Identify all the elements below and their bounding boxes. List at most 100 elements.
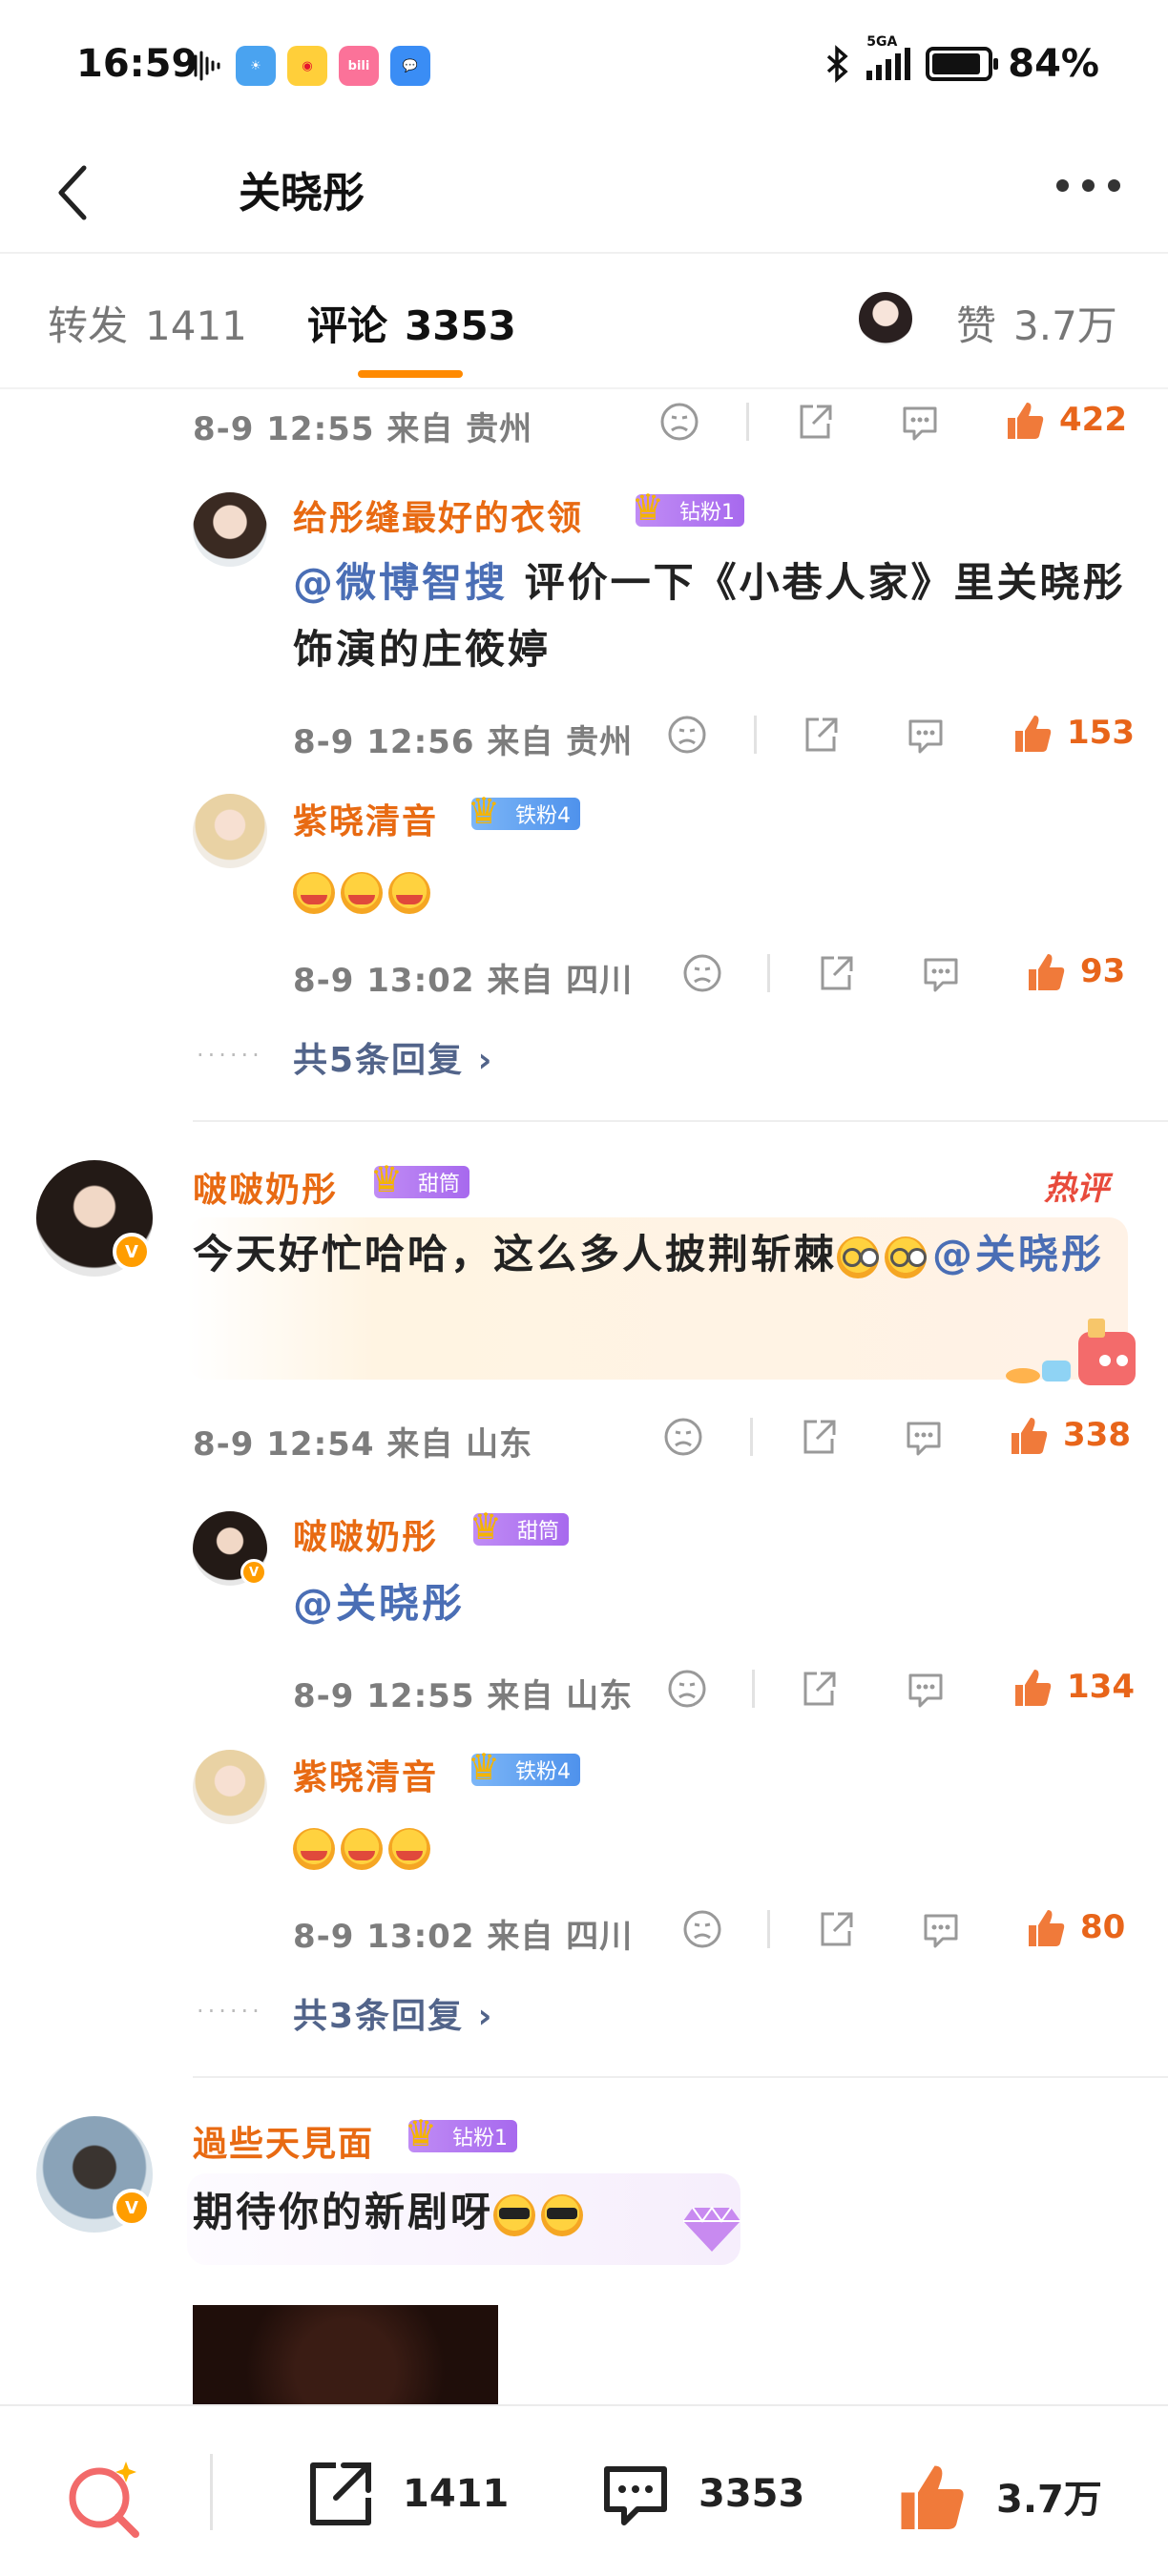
like-button[interactable]: 80 xyxy=(1023,1904,1125,1950)
thumbs-up-icon xyxy=(1029,954,1065,990)
kiss-emoji-icon xyxy=(341,1827,383,1870)
username[interactable]: 紫晓清音 xyxy=(293,794,438,843)
status-right: 5GA 84% xyxy=(823,34,1099,86)
sunglasses-emoji-icon xyxy=(493,2193,536,2236)
dislike-icon[interactable] xyxy=(658,401,700,443)
view-replies-link[interactable]: 共3条回复 › xyxy=(293,1988,493,2038)
battery-icon xyxy=(926,47,999,81)
share-icon[interactable] xyxy=(794,401,836,443)
comment-icon[interactable] xyxy=(905,714,947,756)
weather-app-icon: ☀ xyxy=(236,46,276,86)
bluetooth-icon xyxy=(827,45,848,83)
mention-link[interactable]: @关晓彤 xyxy=(293,1580,465,1627)
share-icon[interactable] xyxy=(815,1908,857,1950)
user-avatar[interactable] xyxy=(193,492,267,567)
comment-icon[interactable] xyxy=(899,401,941,443)
like-count: 93 xyxy=(1080,952,1126,990)
replies-count: 共3条回复 xyxy=(293,1997,465,2036)
dislike-icon[interactable] xyxy=(681,952,723,994)
thumbs-up-icon xyxy=(1015,1670,1052,1706)
tab-likes[interactable]: 赞 3.7万 xyxy=(956,294,1117,352)
kiss-emoji-icon xyxy=(388,1827,430,1870)
fan-badge-label: 钻粉1 xyxy=(679,501,735,525)
username[interactable]: 過些天見面 xyxy=(193,2116,374,2166)
verified-badge-icon: V xyxy=(113,1233,151,1271)
share-icon[interactable] xyxy=(798,1416,840,1458)
comment-icon[interactable] xyxy=(920,952,962,994)
mention-link[interactable]: @关晓彤 xyxy=(932,1231,1104,1278)
toaster-decoration-icon xyxy=(1006,1319,1136,1385)
fan-badge-label: 铁粉4 xyxy=(515,1760,571,1784)
share-icon[interactable] xyxy=(800,714,842,756)
comment-meta: 8-9 13:02 来自 四川 xyxy=(293,1918,634,1956)
emoji-row xyxy=(293,857,436,924)
like-button[interactable]: 422 xyxy=(1002,397,1127,443)
eyes-emoji-icon xyxy=(837,1236,880,1278)
divider xyxy=(750,1418,753,1456)
username[interactable]: 紫晓清音 xyxy=(293,1750,438,1799)
user-avatar[interactable] xyxy=(193,1750,267,1824)
comment-meta: 8-9 12:55 来自 贵州 xyxy=(193,410,533,448)
dislike-icon[interactable] xyxy=(666,714,708,756)
back-arrow-icon[interactable] xyxy=(38,155,115,231)
comment-body: 期待你的新剧呀 xyxy=(193,2189,494,2235)
fan-badge: ♛ 钻粉1 xyxy=(405,2112,517,2154)
like-button[interactable]: 3.7万 xyxy=(891,2456,1102,2536)
like-button[interactable]: 153 xyxy=(1010,710,1135,756)
fan-badge: ♛ 甜筒 xyxy=(469,1506,570,1548)
view-replies-link[interactable]: 共5条回复 › xyxy=(293,1032,493,1082)
comment-icon[interactable] xyxy=(905,1668,947,1710)
battery-level: 84% xyxy=(1008,42,1099,86)
status-time: 16:59 xyxy=(76,42,198,86)
comment-icon[interactable] xyxy=(920,1908,962,1950)
divider xyxy=(767,954,770,992)
thread-dots: ······ xyxy=(197,1042,263,1069)
comment-icon[interactable] xyxy=(903,1416,945,1458)
laughing-emoji-icon xyxy=(293,871,335,914)
chevron-right-icon: › xyxy=(477,1041,494,1080)
laughing-emoji-icon xyxy=(388,871,430,914)
comment-image[interactable] xyxy=(193,2305,498,2404)
tab-reposts[interactable]: 转发 1411 xyxy=(48,294,247,352)
repost-count: 1411 xyxy=(403,2472,510,2516)
like-button[interactable]: 93 xyxy=(1023,948,1125,994)
dislike-icon[interactable] xyxy=(662,1416,704,1458)
user-avatar[interactable] xyxy=(193,794,267,868)
more-options-icon[interactable] xyxy=(1056,179,1120,192)
dislike-icon[interactable] xyxy=(666,1668,708,1710)
comment-body: 今天好忙哈哈，这么多人披荆斩棘 xyxy=(193,1231,838,1278)
repost-button[interactable]: 1411 xyxy=(302,2456,509,2532)
share-icon[interactable] xyxy=(815,952,857,994)
tab-comments[interactable]: 评论 3353 xyxy=(307,294,516,352)
fan-badge: ♛ 甜筒 xyxy=(370,1158,470,1200)
mention-link[interactable]: @微博智搜 xyxy=(293,559,508,606)
comment-count: 3353 xyxy=(699,2472,805,2516)
comment-button[interactable]: 3353 xyxy=(597,2456,804,2532)
verified-badge-icon: V xyxy=(113,2189,151,2227)
search-icon[interactable] xyxy=(63,2458,145,2540)
dislike-icon[interactable] xyxy=(681,1908,723,1950)
liker-avatar xyxy=(859,292,912,345)
fan-badge: ♛ 钻粉1 xyxy=(632,487,744,529)
crown-icon: ♛ xyxy=(468,1746,501,1788)
comment-text: 期待你的新剧呀 xyxy=(193,2179,589,2246)
share-icon xyxy=(310,2462,371,2525)
fan-badge: ♛ 铁粉4 xyxy=(468,790,580,832)
thumbs-up-icon xyxy=(1008,403,1044,439)
like-button[interactable]: 134 xyxy=(1010,1664,1135,1710)
fan-badge-label: 铁粉4 xyxy=(515,804,571,828)
voice-wave-icon xyxy=(188,51,220,81)
crown-icon: ♛ xyxy=(632,487,665,529)
comment-text: @微博智搜 评价一下《小巷人家》里关晓彤饰演的庄筱婷 xyxy=(293,550,1133,683)
fan-badge: ♛ 铁粉4 xyxy=(468,1746,580,1788)
thumbs-up-icon xyxy=(1012,1418,1048,1454)
thumbs-up-icon xyxy=(1015,716,1052,752)
like-button[interactable]: 338 xyxy=(1006,1412,1131,1458)
divider xyxy=(767,1910,770,1948)
share-icon[interactable] xyxy=(798,1668,840,1710)
username[interactable]: 啵啵奶彤 xyxy=(293,1509,438,1559)
username[interactable]: 给彤缝最好的衣领 xyxy=(293,490,583,540)
emoji-row xyxy=(293,1813,436,1880)
comment-divider xyxy=(193,2076,1168,2078)
username[interactable]: 啵啵奶彤 xyxy=(193,1162,338,1212)
